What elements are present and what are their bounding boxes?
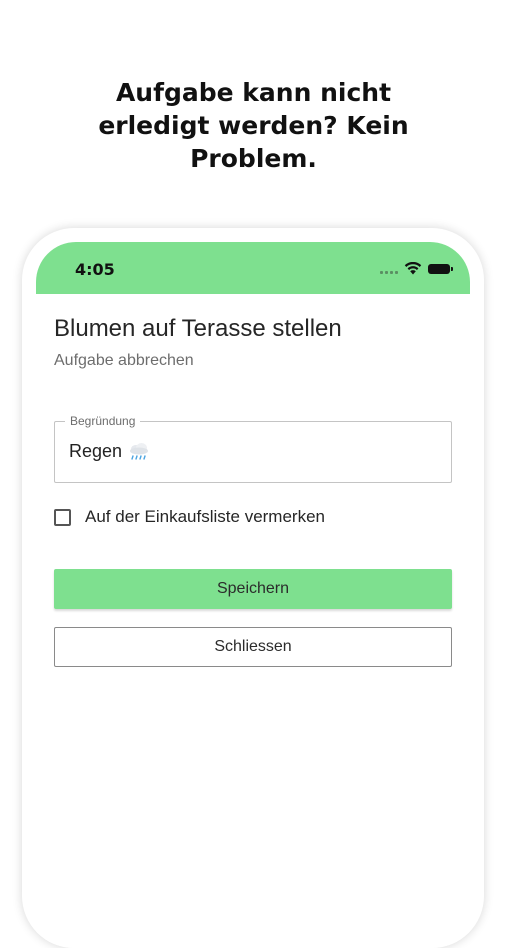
reason-field-value[interactable]: Regen	[69, 441, 122, 462]
shopping-list-checkbox-label[interactable]: Auf der Einkaufsliste vermerken	[85, 507, 325, 527]
shopping-list-option[interactable]: Auf der Einkaufsliste vermerken	[54, 507, 325, 527]
headline: Aufgabe kann nicht erledigt werden? Kein…	[0, 76, 507, 175]
headline-line-3: Problem.	[190, 144, 317, 173]
status-time: 4:05	[75, 260, 115, 279]
save-button[interactable]: Speichern	[54, 569, 452, 609]
reason-field-label: Begründung	[65, 414, 141, 428]
headline-line-2: erledigt werden? Kein	[98, 111, 409, 140]
task-title: Blumen auf Terasse stellen	[54, 315, 342, 342]
status-bar: 4:05	[36, 242, 470, 294]
shopping-list-checkbox[interactable]	[54, 508, 71, 526]
reason-field[interactable]: Begründung Regen	[54, 414, 452, 483]
rain-cloud-icon	[130, 442, 149, 460]
wifi-icon	[404, 262, 422, 275]
status-icons	[380, 262, 453, 275]
close-button[interactable]: Schliessen	[54, 627, 452, 667]
reason-field-value-row[interactable]: Regen	[69, 441, 150, 462]
phone-screen: 4:05 Blumen auf Terasse stellen Aufgabe …	[36, 242, 470, 948]
battery-icon	[428, 263, 453, 274]
task-subtitle: Aufgabe abbrechen	[54, 352, 194, 369]
phone-frame: 4:05 Blumen auf Terasse stellen Aufgabe …	[22, 228, 484, 948]
headline-line-1: Aufgabe kann nicht	[115, 78, 392, 107]
signal-icon	[380, 264, 398, 274]
